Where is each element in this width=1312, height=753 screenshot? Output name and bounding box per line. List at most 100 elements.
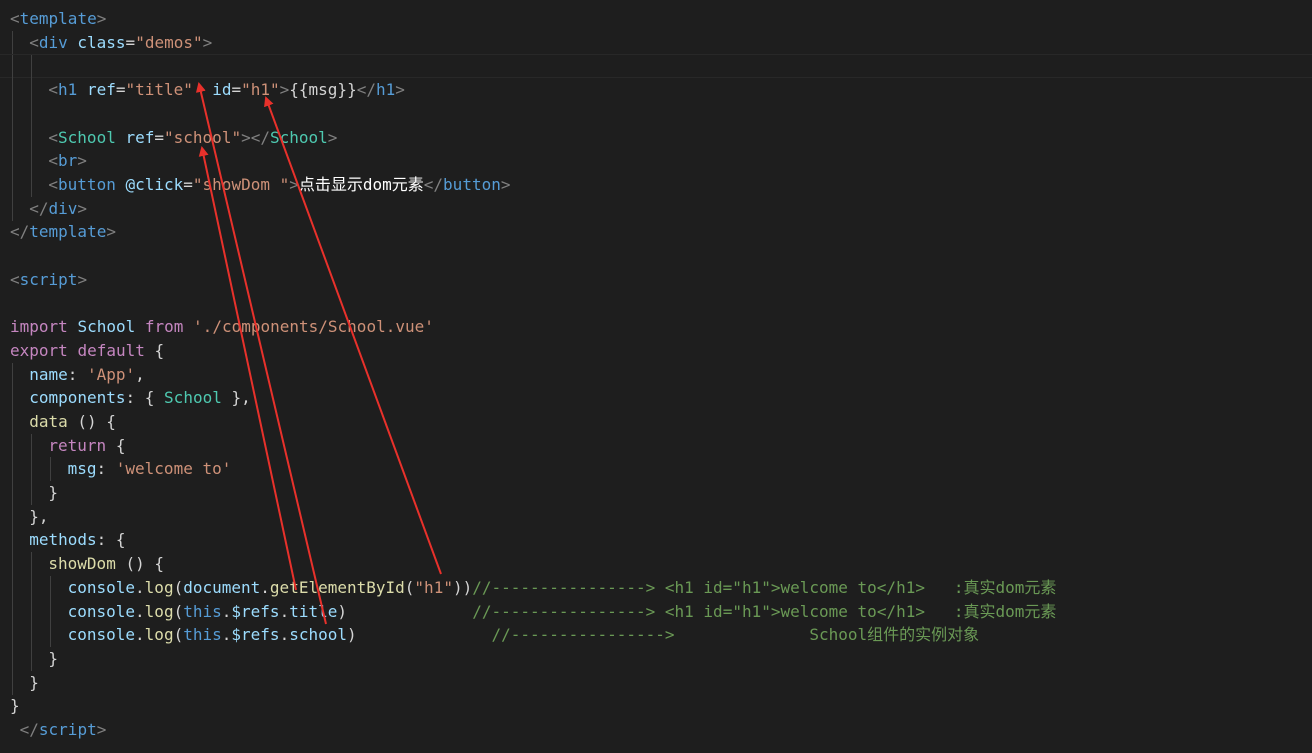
indent-guide	[31, 149, 33, 174]
code-token: >	[106, 222, 116, 242]
code-token: document	[183, 577, 261, 597]
code-token: </	[423, 174, 444, 194]
code-line[interactable]: <h1 ref="title" id="h1">{{msg}}</h1>	[0, 78, 1312, 103]
code-line[interactable]: return {	[0, 433, 1312, 458]
indent-guide	[12, 646, 13, 671]
code-line[interactable]: console.log(this.$refs.title) //--------…	[0, 599, 1312, 624]
code-line[interactable]: data () {	[0, 409, 1312, 434]
code-token: button	[58, 174, 116, 194]
code-line[interactable]: showDom () {	[0, 552, 1312, 577]
code-line[interactable]: export default {	[0, 339, 1312, 363]
indent-guide	[12, 552, 13, 577]
indent-guide	[12, 457, 13, 482]
code-token: .	[221, 625, 232, 645]
code-token: template	[29, 222, 107, 242]
code-token: ref	[125, 127, 155, 147]
code-token: :	[67, 364, 87, 384]
code-line[interactable]: }	[0, 694, 1312, 718]
code-line[interactable]	[0, 244, 1312, 268]
code-token: >	[395, 80, 405, 100]
code-token: script	[38, 720, 97, 739]
code-text: methods: {	[29, 528, 125, 552]
code-line[interactable]	[0, 291, 1312, 315]
indent-guide	[50, 623, 52, 648]
code-editor[interactable]: <template> <div class="demos"> <h1 ref="ti…	[0, 0, 1312, 753]
code-token: School	[269, 127, 328, 147]
code-token: 点击显示dom元素	[298, 174, 424, 194]
code-token: id	[212, 80, 232, 100]
code-line[interactable]: <button @click="showDom ">点击显示dom元素</but…	[0, 172, 1312, 197]
code-line[interactable]: },	[0, 504, 1312, 529]
code-line[interactable]: console.log(this.$refs.school) //-------…	[0, 623, 1312, 648]
code-line[interactable]: import School from './components/School.…	[0, 315, 1312, 339]
code-token: //----------------> School组件的实例对象	[491, 625, 980, 645]
code-text: showDom () {	[48, 552, 164, 576]
code-line[interactable]: msg: 'welcome to'	[0, 457, 1312, 482]
indent-guide	[12, 670, 13, 695]
code-token: .	[135, 601, 145, 621]
code-line[interactable]: </template>	[0, 220, 1312, 244]
code-line[interactable]: <script>	[0, 268, 1312, 292]
code-token: </	[356, 80, 376, 100]
code-token: this	[183, 625, 222, 645]
code-token: : {	[125, 388, 165, 408]
code-line[interactable]: name: 'App',	[0, 362, 1312, 387]
code-line[interactable]	[0, 101, 1312, 126]
code-token: >	[77, 151, 87, 171]
code-line[interactable]: <div class="demos">	[0, 30, 1312, 55]
indent-guide	[12, 125, 13, 150]
code-line[interactable]: </script>	[0, 718, 1312, 742]
code-line[interactable]: </div>	[0, 196, 1312, 221]
code-token: from	[144, 317, 184, 337]
code-line[interactable]: <School ref="school"></School>	[0, 125, 1312, 150]
indent-guide	[12, 481, 13, 505]
code-token: this	[183, 601, 222, 621]
code-token: <	[10, 269, 20, 289]
code-text: <School ref="school"></School>	[48, 126, 337, 150]
code-token: {	[106, 435, 126, 455]
code-token: >	[202, 32, 213, 52]
code-text: }	[29, 671, 39, 695]
code-line[interactable]: }	[0, 670, 1312, 695]
code-token: class	[77, 32, 126, 52]
code-token: './components/School.vue'	[193, 317, 434, 337]
code-line[interactable]: }	[0, 646, 1312, 671]
code-token: getElementById	[269, 577, 405, 597]
code-token: }	[48, 648, 59, 668]
code-token: (	[404, 577, 415, 597]
code-token: >	[327, 127, 338, 147]
code-line[interactable]: }	[0, 481, 1312, 505]
code-token: =	[125, 32, 136, 52]
code-text: name: 'App',	[29, 363, 145, 387]
code-token: (	[173, 577, 184, 597]
code-token: "h1"	[414, 577, 453, 597]
code-token: //----------------> <h1 id="h1">welcome …	[472, 577, 1057, 597]
code-text: <button @click="showDom ">点击显示dom元素</but…	[48, 173, 510, 197]
code-line[interactable]: methods: {	[0, 528, 1312, 553]
code-token: default	[77, 340, 145, 360]
code-text: msg: 'welcome to'	[68, 457, 232, 481]
code-token: $refs	[231, 625, 280, 645]
code-token: (	[173, 625, 184, 645]
code-token: <	[10, 9, 20, 28]
indent-guide	[12, 575, 13, 600]
code-token: }	[10, 696, 20, 716]
indent-guide	[12, 504, 13, 529]
code-text: components: { School },	[29, 386, 251, 410]
code-line[interactable]: components: { School },	[0, 386, 1312, 411]
code-line[interactable]: <br>	[0, 149, 1312, 174]
code-token: },	[29, 506, 49, 526]
code-text: }	[10, 694, 20, 718]
code-line[interactable]: <template>	[0, 7, 1312, 31]
indent-guide	[31, 172, 33, 197]
code-line[interactable]	[0, 54, 1312, 80]
indent-guide	[31, 457, 33, 482]
indent-guide	[12, 196, 13, 221]
code-token: school	[289, 625, 347, 645]
code-line[interactable]: console.log(document.getElementById("h1"…	[0, 575, 1312, 600]
code-token: console	[67, 577, 136, 597]
